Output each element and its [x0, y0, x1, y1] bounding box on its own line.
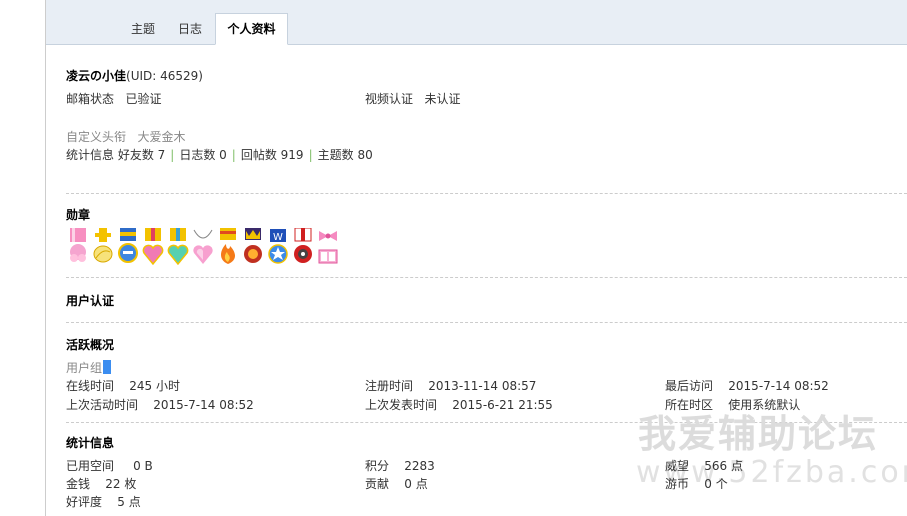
points-label: 积分	[365, 459, 390, 473]
flame-medal-icon[interactable]	[216, 228, 240, 266]
last-visit-row: 最后访问 2015-7-14 08:52	[665, 377, 829, 394]
last-active-value: 2015-7-14 08:52	[153, 398, 254, 412]
red-target-medal-icon[interactable]	[291, 228, 315, 266]
activity-heading: 活跃概况	[66, 338, 115, 352]
watermark-title: 我爱辅助论坛	[638, 412, 879, 456]
stats-separator: |	[170, 148, 175, 162]
replies-count-link[interactable]: 回帖数 919	[241, 148, 304, 162]
blue-bar-medal-icon[interactable]	[116, 228, 140, 266]
rating-row: 好评度 5 点	[66, 493, 141, 510]
selection-highlight	[103, 360, 112, 374]
email-status-label: 邮箱状态	[66, 92, 115, 106]
email-status-row: 邮箱状态 已验证	[66, 90, 161, 107]
online-time-row: 在线时间 245 小时	[66, 377, 180, 394]
w-star-medal-icon[interactable]: W	[266, 228, 290, 266]
stats-separator: |	[231, 148, 236, 162]
blogs-count-link[interactable]: 日志数 0	[179, 148, 226, 162]
certification-heading: 用户认证	[66, 294, 115, 308]
online-time-label: 在线时间	[66, 379, 115, 393]
contribution-label: 贡献	[365, 477, 390, 491]
prestige-row: 威望 566 点	[665, 457, 743, 474]
crown-fire-medal-icon[interactable]	[241, 228, 265, 266]
divider	[66, 193, 907, 194]
last-post-row: 上次发表时间 2015-6-21 21:55	[365, 396, 553, 413]
last-visit-value: 2015-7-14 08:52	[728, 379, 829, 393]
video-cert-row: 视频认证 未认证	[365, 90, 460, 107]
video-cert-value: 未认证	[424, 92, 461, 106]
online-time-value: 245 小时	[129, 379, 181, 393]
heart-necklace-icon[interactable]	[191, 228, 215, 266]
medals-heading: 勋章	[66, 208, 91, 222]
custom-title-row: 自定义头衔 大爱金木	[66, 128, 185, 145]
money-label: 金钱	[66, 477, 91, 491]
space-label: 已用空间	[66, 459, 115, 473]
heart-medal-icon[interactable]	[141, 228, 165, 266]
svg-text:W: W	[273, 232, 283, 243]
profile-uid: (UID: 46529)	[126, 69, 203, 83]
contribution-value: 0 点	[404, 477, 428, 491]
stats-label: 统计信息	[66, 148, 115, 162]
pink-bow-book-icon[interactable]	[316, 228, 340, 266]
last-post-label: 上次发表时间	[365, 398, 438, 412]
space-row: 已用空间 0 B	[66, 457, 153, 474]
coins-label: 游币	[665, 477, 690, 491]
pink-ribbon-medal-icon[interactable]	[66, 228, 90, 266]
rating-label: 好评度	[66, 495, 103, 509]
left-border	[45, 0, 46, 516]
profile-name: 凌云の小佳	[66, 69, 127, 83]
video-cert-label: 视频认证	[365, 92, 414, 106]
coins-row: 游币 0 个	[665, 475, 728, 492]
tab-bar: 主题 日志 个人资料	[46, 0, 907, 45]
space-value: 0 B	[133, 459, 153, 473]
prestige-value: 566 点	[704, 459, 744, 473]
tab-blogs[interactable]: 日志	[168, 14, 212, 44]
money-row: 金钱 22 枚	[66, 475, 136, 492]
points-row: 积分 2283	[365, 457, 435, 474]
last-active-row: 上次活动时间 2015-7-14 08:52	[66, 396, 254, 413]
user-group-label: 用户组	[66, 361, 103, 375]
contribution-row: 贡献 0 点	[365, 475, 428, 492]
profile-name-line: 凌云の小佳(UID: 46529)	[66, 67, 203, 84]
user-group-row: 用户组	[66, 359, 112, 376]
divider	[66, 322, 907, 323]
friends-count-link[interactable]: 好友数 7	[118, 148, 165, 162]
green-heart-medal-icon[interactable]	[166, 228, 190, 266]
tab-profile[interactable]: 个人资料	[215, 13, 288, 45]
profile-stats-row: 统计信息 好友数 7 | 日志数 0 | 回帖数 919 | 主题数 80	[66, 146, 373, 163]
statistics-heading: 统计信息	[66, 436, 115, 450]
stats-separator: |	[308, 148, 313, 162]
register-time-label: 注册时间	[365, 379, 414, 393]
email-status-value: 已验证	[125, 92, 162, 106]
tab-threads[interactable]: 主题	[121, 14, 165, 44]
last-active-label: 上次活动时间	[66, 398, 139, 412]
points-value: 2283	[404, 459, 435, 473]
register-time-value: 2013-11-14 08:57	[428, 379, 537, 393]
coins-value: 0 个	[704, 477, 728, 491]
divider	[66, 277, 907, 278]
threads-count-link[interactable]: 主题数 80	[318, 148, 373, 162]
medal-list: W	[66, 228, 340, 266]
prestige-label: 威望	[665, 459, 690, 473]
custom-title-value: 大爱金木	[137, 130, 186, 144]
gold-cross-medal-icon[interactable]	[91, 228, 115, 266]
money-value: 22 枚	[105, 477, 137, 491]
last-post-value: 2015-6-21 21:55	[452, 398, 553, 412]
rating-value: 5 点	[117, 495, 141, 509]
custom-title-label: 自定义头衔	[66, 130, 127, 144]
register-time-row: 注册时间 2013-11-14 08:57	[365, 377, 536, 394]
last-visit-label: 最后访问	[665, 379, 714, 393]
